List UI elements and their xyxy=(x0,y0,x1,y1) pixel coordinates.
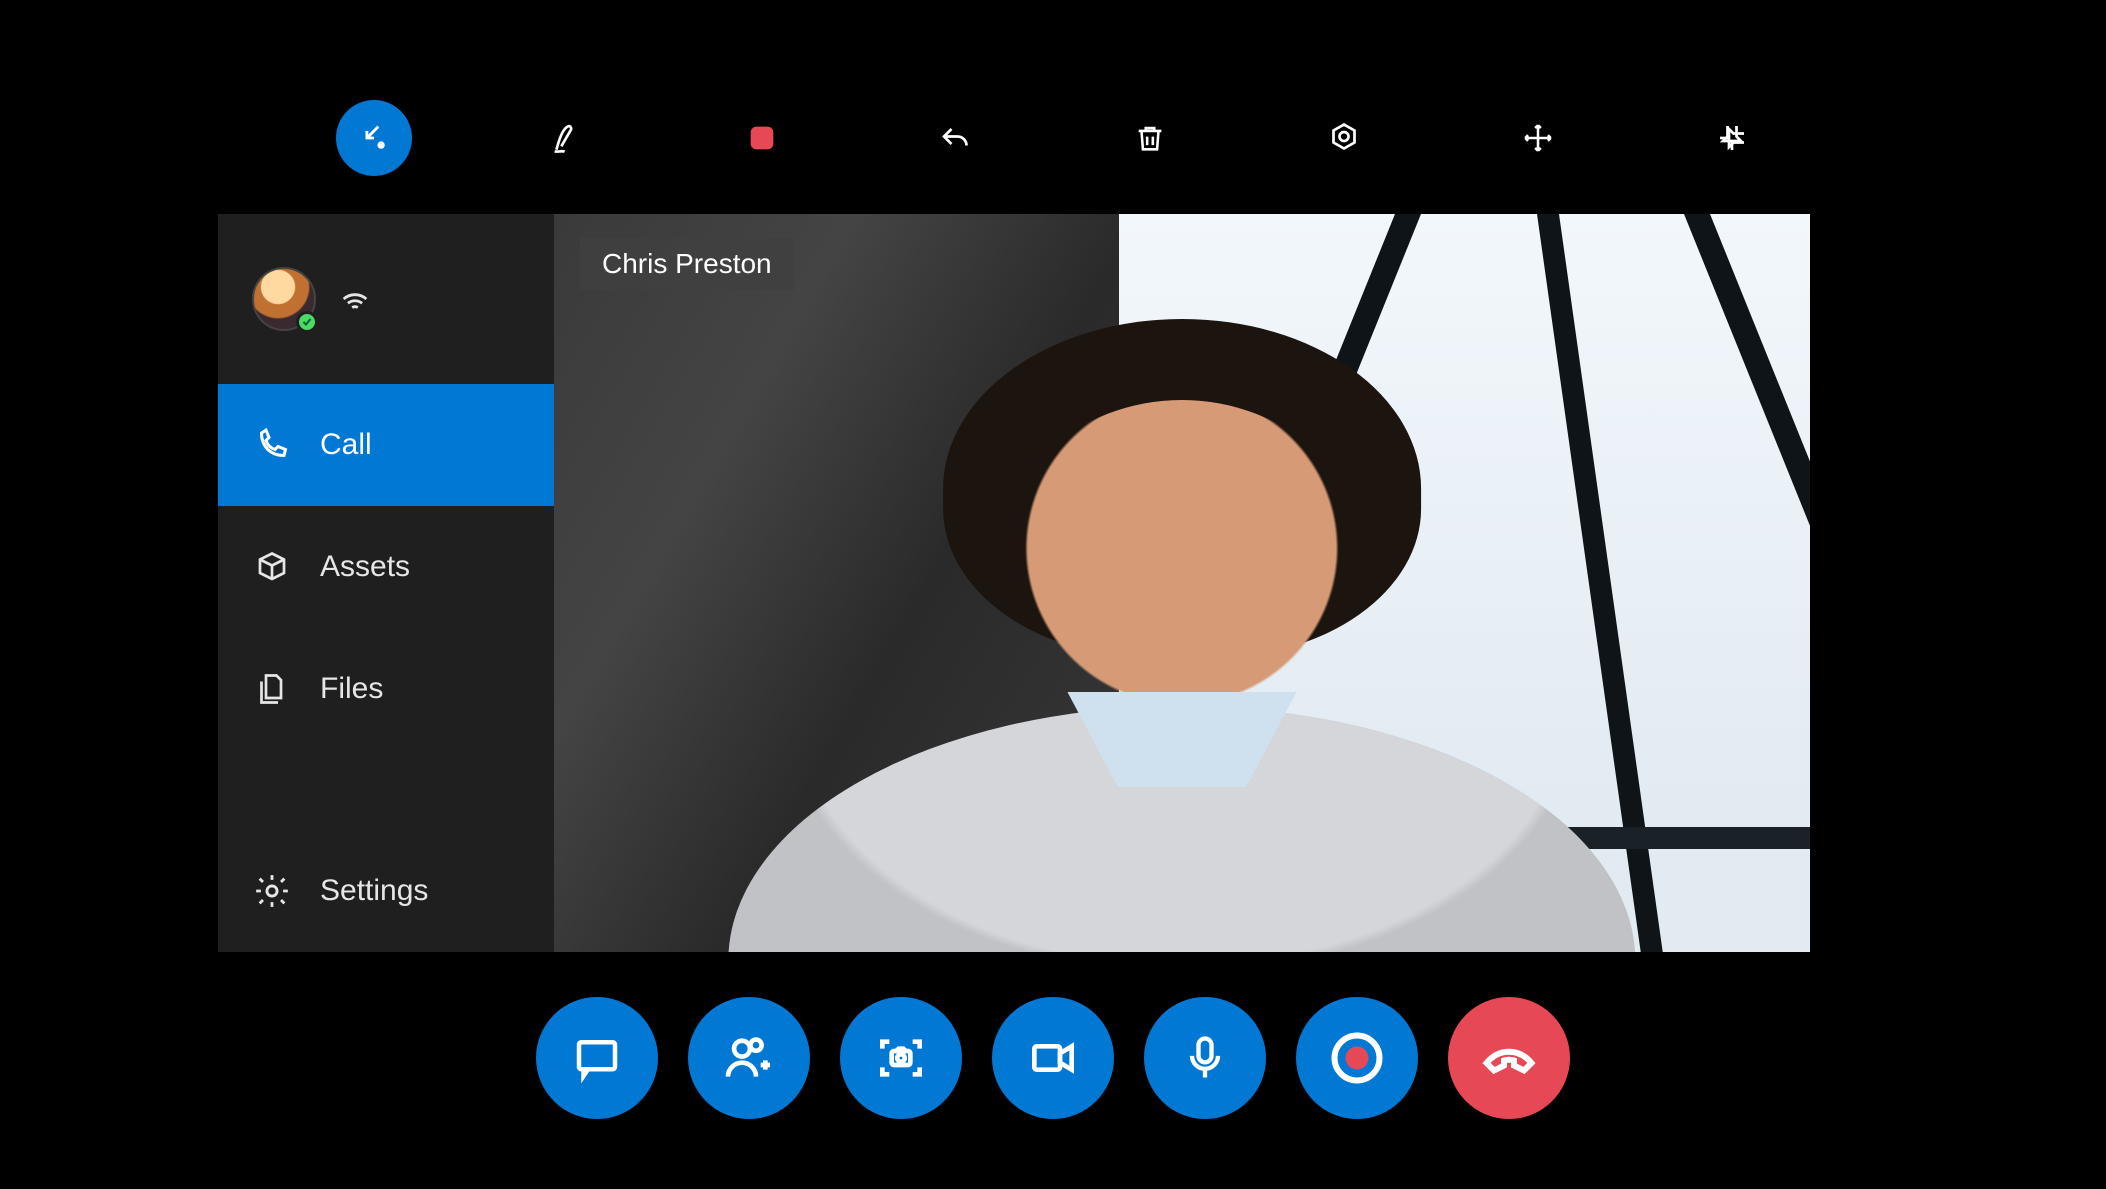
remote-person xyxy=(705,332,1660,952)
trash-icon xyxy=(1133,121,1167,155)
microphone-icon xyxy=(1179,1032,1231,1084)
wifi-icon xyxy=(338,282,372,316)
chat-button[interactable] xyxy=(536,997,658,1119)
avatar[interactable] xyxy=(252,267,316,331)
gear-icon xyxy=(252,871,292,911)
move-button[interactable] xyxy=(1500,100,1576,176)
move-arrows-icon xyxy=(1521,121,1555,155)
collapse-button[interactable] xyxy=(336,100,412,176)
delete-button[interactable] xyxy=(1112,100,1188,176)
pin-button[interactable] xyxy=(1694,100,1770,176)
undo-button[interactable] xyxy=(918,100,994,176)
stop-recording-button[interactable] xyxy=(724,100,800,176)
annotate-shape-button[interactable] xyxy=(1306,100,1382,176)
hexagon-target-icon xyxy=(1326,120,1362,156)
sidebar-item-label: Call xyxy=(320,428,372,462)
remote-name-label: Chris Preston xyxy=(602,248,772,279)
remote-video: Chris Preston xyxy=(554,214,1810,952)
sidebar-item-assets[interactable]: Assets xyxy=(218,506,554,628)
call-controls xyxy=(0,997,2106,1119)
capture-frame-icon xyxy=(873,1030,929,1086)
capture-button[interactable] xyxy=(840,997,962,1119)
annotation-toolbar xyxy=(0,100,2106,176)
undo-icon xyxy=(938,120,974,156)
sidebar-item-label: Assets xyxy=(320,550,410,584)
sidebar-item-call[interactable]: Call xyxy=(218,384,554,506)
hang-up-icon xyxy=(1479,1028,1539,1088)
record-icon xyxy=(1327,1028,1387,1088)
presence-badge xyxy=(296,311,318,333)
remote-name-tag: Chris Preston xyxy=(580,238,794,290)
pin-icon xyxy=(1714,120,1750,156)
phone-icon xyxy=(252,425,292,465)
video-toggle-button[interactable] xyxy=(992,997,1114,1119)
files-icon xyxy=(252,669,292,709)
mic-toggle-button[interactable] xyxy=(1144,997,1266,1119)
add-participant-button[interactable] xyxy=(688,997,810,1119)
ink-button[interactable] xyxy=(530,100,606,176)
collapse-icon xyxy=(357,121,391,155)
sidebar: Call Assets Files xyxy=(218,214,554,952)
add-person-icon xyxy=(721,1030,777,1086)
sidebar-item-label: Files xyxy=(320,672,383,706)
sidebar-item-settings[interactable]: Settings xyxy=(218,830,554,952)
hang-up-button[interactable] xyxy=(1448,997,1570,1119)
chat-icon xyxy=(570,1031,624,1085)
call-window: Call Assets Files xyxy=(218,214,1810,952)
box-icon xyxy=(252,547,292,587)
sidebar-item-label: Settings xyxy=(320,874,428,908)
record-button[interactable] xyxy=(1296,997,1418,1119)
sidebar-nav: Call Assets Files xyxy=(218,384,554,952)
video-camera-icon xyxy=(1025,1030,1081,1086)
profile-area xyxy=(218,214,554,384)
stop-icon xyxy=(745,121,779,155)
ink-pen-icon xyxy=(548,118,588,158)
sidebar-item-files[interactable]: Files xyxy=(218,628,554,750)
